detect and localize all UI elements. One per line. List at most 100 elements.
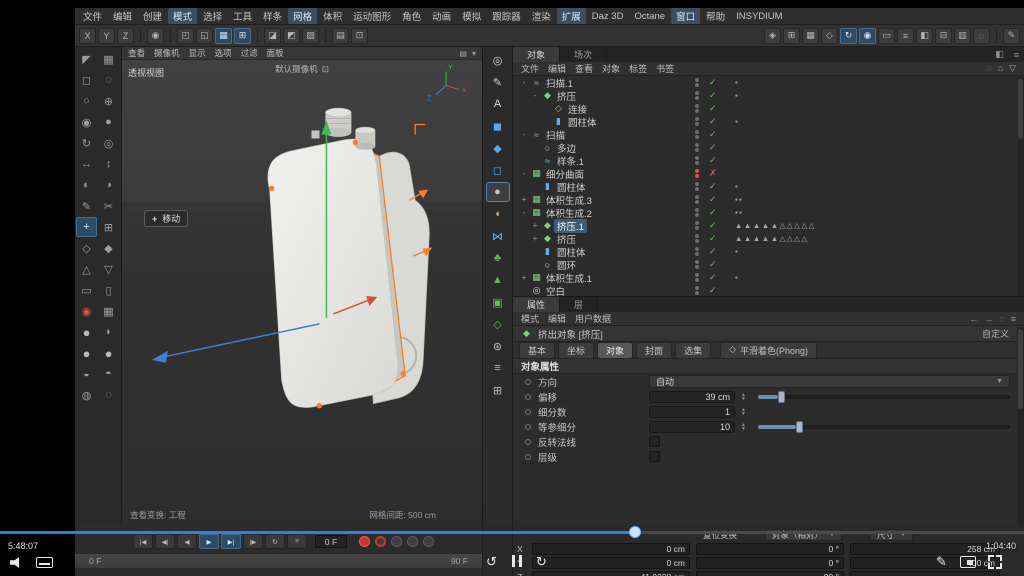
render-button[interactable]: ▨	[302, 28, 319, 44]
object-name[interactable]: 圆环	[554, 258, 579, 272]
isoparm-slider[interactable]	[758, 425, 1010, 429]
tool-icon[interactable]: ◇	[76, 238, 97, 258]
tool-icon[interactable]: ◉	[76, 112, 97, 132]
menu-item[interactable]: 选择	[198, 8, 227, 24]
object-menu-icon[interactable]: ⌂	[998, 63, 1003, 74]
tool-icon[interactable]: ⊞	[98, 217, 119, 237]
object-name[interactable]: 多边	[554, 141, 579, 155]
enable-checkmark[interactable]: ✓	[709, 103, 717, 114]
enable-checkmark[interactable]: ✓	[709, 77, 717, 88]
enable-checkmark[interactable]: ✓	[709, 155, 717, 166]
offset-stepper[interactable]: ▲▼	[741, 393, 746, 401]
phong-tab-button[interactable]: ◇ 平滑着色(Phong)	[720, 342, 817, 359]
visibility-dots[interactable]	[695, 182, 699, 191]
object-tags[interactable]: ▪	[735, 91, 739, 100]
object-name[interactable]: 体积生成.1	[543, 271, 595, 285]
rotation-input[interactable]: 0 °	[696, 557, 844, 569]
object-menu-icon[interactable]: ◌	[986, 63, 991, 74]
tool-icon[interactable]: ◐	[76, 175, 97, 195]
viewport-header-icon[interactable]: ▤	[459, 49, 467, 58]
rotation-input[interactable]: 90 °	[696, 571, 844, 576]
menu-item[interactable]: 创建	[138, 8, 167, 24]
tool-icon[interactable]: ◗	[98, 322, 119, 342]
panel-icon[interactable]: ≡	[1009, 47, 1024, 62]
keyframe-dot[interactable]	[525, 409, 531, 415]
tool-icon[interactable]: ◆	[98, 238, 119, 258]
menu-item[interactable]: 样条	[258, 8, 287, 24]
toolbar-icon[interactable]: ⊟	[935, 28, 952, 44]
object-name[interactable]: 扫描	[543, 128, 568, 142]
expand-toggle[interactable]: -	[519, 208, 529, 217]
create-palette-icon[interactable]: ⊛	[486, 336, 510, 356]
object-tags[interactable]: ▪▪	[735, 195, 743, 204]
create-palette-icon[interactable]: ◆	[486, 138, 510, 158]
object-tree-row[interactable]: - ≈ 扫描 ✓	[513, 128, 1024, 141]
create-palette-icon[interactable]: A	[486, 94, 510, 114]
section-object-properties[interactable]: 对象属性	[513, 359, 1024, 374]
object-tree-row[interactable]: + ◆ 挤压.1 ✓ ▲▲▲▲▲△△△△△	[513, 219, 1024, 232]
snap-toggle-icon[interactable]: ◱	[196, 28, 213, 44]
attribute-tab-button[interactable]: 坐标	[558, 342, 594, 359]
attribute-menu-item[interactable]: 用户数据	[575, 312, 611, 325]
3d-scene[interactable]: X Y Z	[122, 60, 482, 525]
transport-button[interactable]: ≡	[287, 534, 307, 549]
edit-layout-icon[interactable]: ✎	[1003, 28, 1020, 44]
object-name[interactable]: 挤压	[554, 89, 579, 103]
annotate-icon[interactable]: ✎	[936, 554, 947, 570]
enable-checkmark[interactable]: ✓	[709, 233, 717, 244]
viewport-menu-item[interactable]: 面板	[267, 47, 284, 59]
object-name[interactable]: 细分曲面	[543, 167, 587, 181]
attribute-menu-item[interactable]: 编辑	[548, 312, 566, 325]
create-palette-icon[interactable]: ≡	[486, 358, 510, 378]
visibility-dots[interactable]	[695, 273, 699, 282]
subtitles-icon[interactable]	[36, 557, 53, 568]
slider-knob[interactable]	[778, 391, 785, 403]
rewind-icon[interactable]: ↺	[486, 554, 497, 570]
visibility-dots[interactable]	[695, 195, 699, 204]
attribute-tab-button[interactable]: 对象	[597, 342, 633, 359]
menu-item[interactable]: 工具	[228, 8, 257, 24]
size-input[interactable]: 258 cm	[850, 543, 1000, 555]
enable-checkmark[interactable]: ✓	[709, 181, 717, 192]
menu-item[interactable]: Octane	[629, 10, 670, 23]
create-palette-icon[interactable]: ◇	[486, 314, 510, 334]
viewport[interactable]: 查看摄像机显示选项过滤面板 ▤▾	[122, 47, 483, 525]
object-tags[interactable]: ▪	[735, 247, 739, 256]
toolbar-icon[interactable]: ≡	[897, 28, 914, 44]
transport-button[interactable]: |▶	[243, 534, 263, 549]
object-name[interactable]: 样条.1	[554, 154, 587, 168]
menu-item[interactable]: 窗口	[671, 8, 700, 24]
object-menu-item[interactable]: 编辑	[548, 62, 566, 75]
record-button[interactable]	[375, 536, 386, 547]
render-button[interactable]: ◪	[264, 28, 281, 44]
enable-checkmark[interactable]: ✓	[709, 194, 717, 205]
subdivision-input[interactable]: 1	[649, 406, 735, 418]
toolbar-icon[interactable]: ↻	[840, 28, 857, 44]
keyframe-dot[interactable]	[525, 424, 531, 430]
menu-item[interactable]: 模拟	[457, 8, 486, 24]
tool-icon[interactable]: ↻	[76, 133, 97, 153]
viewport-menu-item[interactable]: 显示	[189, 47, 206, 59]
enable-checkmark[interactable]: ✓	[709, 220, 717, 231]
menu-item[interactable]: 网格	[288, 8, 317, 24]
tool-icon[interactable]: ●	[76, 322, 97, 342]
enable-checkmark[interactable]: ✓	[709, 246, 717, 257]
tool-icon[interactable]: ◤	[76, 49, 97, 69]
object-tree-row[interactable]: + ▦ 体积生成.3 ✓ ▪▪	[513, 193, 1024, 206]
object-tags[interactable]: ▲▲▲▲▲△△△△	[735, 234, 809, 243]
tool-icon[interactable]: +	[76, 217, 97, 237]
object-tree-row[interactable]: - ▦ 体积生成.2 ✓ ▪▪	[513, 206, 1024, 219]
flip-normals-checkbox[interactable]	[649, 436, 660, 447]
tool-icon[interactable]: ◉	[76, 301, 97, 321]
viewport-canvas[interactable]: X Y Z 透视视图 默认摄像机 ⊡ + 移动 查看变换: 工程 网格间距: 5…	[122, 60, 482, 525]
menu-item[interactable]: 文件	[78, 8, 107, 24]
position-input[interactable]: 41.9228 cm	[532, 571, 690, 576]
hierarchy-checkbox[interactable]	[649, 451, 660, 462]
record-button[interactable]	[391, 536, 402, 547]
direction-dropdown[interactable]: 自动▼	[649, 375, 1010, 388]
axis-lock-button[interactable]: Z	[117, 28, 134, 44]
enable-checkmark[interactable]: ✓	[709, 207, 717, 218]
create-palette-icon[interactable]: ⊞	[486, 380, 510, 400]
tool-icon[interactable]: ↕	[98, 154, 119, 174]
object-tags[interactable]: ▪	[735, 117, 739, 126]
